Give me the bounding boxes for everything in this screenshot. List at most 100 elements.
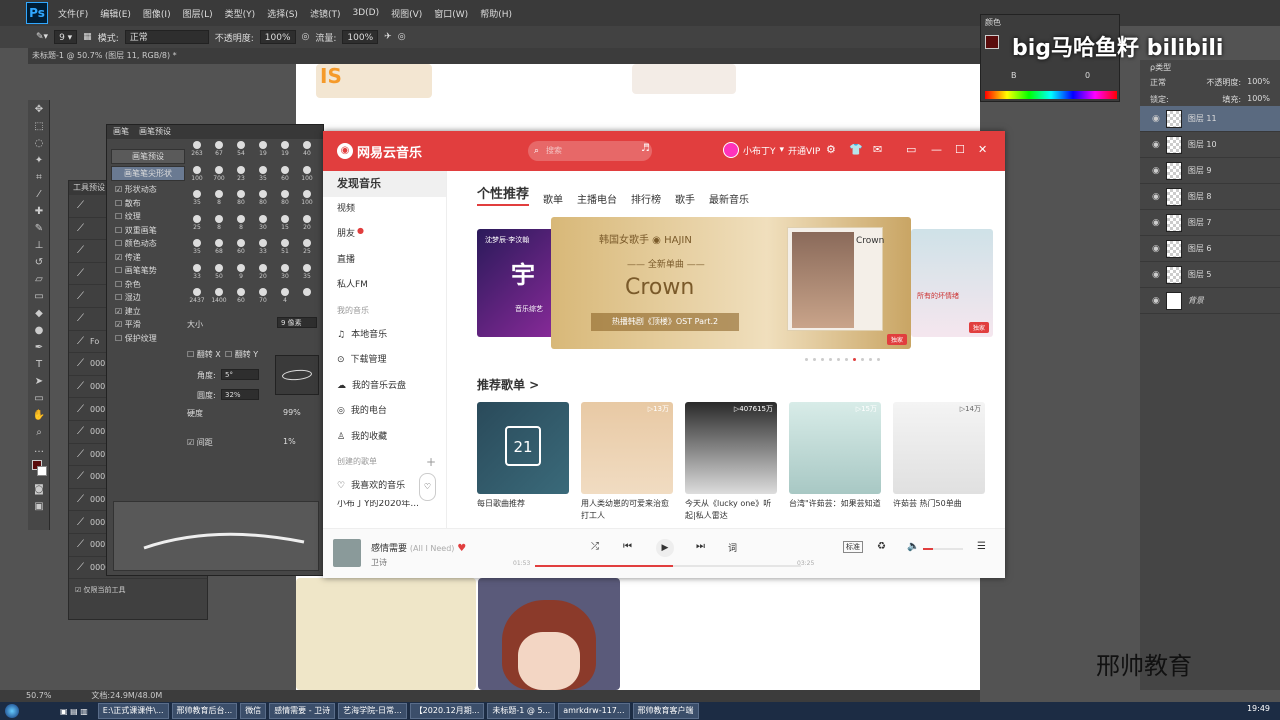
brush-tip[interactable]: 80 xyxy=(253,190,273,213)
brush-option[interactable]: ☐ 双重画笔 xyxy=(111,224,185,238)
brush-tip[interactable]: 4 xyxy=(275,288,295,311)
history-brush-icon[interactable]: ↺ xyxy=(32,256,46,270)
minimize-icon[interactable]: — xyxy=(931,143,942,156)
hand-tool-icon[interactable]: ✋ xyxy=(32,409,46,423)
brush-option[interactable]: ☐ 保护纹理 xyxy=(111,332,185,346)
banner-left[interactable]: 沈梦辰·李汶翰 宇 音乐综艺 xyxy=(477,229,559,337)
playlist-card[interactable]: 21 每日歌曲推荐 xyxy=(477,402,569,510)
tab-brush[interactable]: 画笔 xyxy=(113,125,129,139)
skin-icon[interactable]: 👕 xyxy=(849,143,863,156)
edit-toolbar-icon[interactable]: … xyxy=(32,443,46,457)
layer-row[interactable]: ◉ 图层 10 xyxy=(1140,132,1280,158)
dodge-tool-icon[interactable]: ● xyxy=(32,324,46,338)
menu-select[interactable]: 选择(S) xyxy=(261,7,304,20)
brush-tip[interactable]: 20 xyxy=(297,214,317,238)
taskbar-item[interactable]: E:\正式课课件\... xyxy=(97,703,169,719)
document-tab[interactable]: 未标题-1 @ 50.7% (图层 11, RGB/8) * xyxy=(28,48,980,64)
path-select-tool-icon[interactable]: ➤ xyxy=(32,375,46,389)
brush-tip[interactable]: 25 xyxy=(297,239,317,262)
brush-option[interactable]: ☑ 传递 xyxy=(111,251,185,265)
banner-right[interactable]: 所有的坏情绪 独家 xyxy=(911,229,993,337)
mail-icon[interactable]: ✉ xyxy=(873,143,882,156)
brush-option[interactable]: ☐ 散布 xyxy=(111,197,185,211)
brush-tip[interactable]: 35 xyxy=(253,165,273,189)
sound-effect-icon[interactable]: ♻ xyxy=(877,541,886,552)
crop-tool-icon[interactable]: ⌗ xyxy=(32,171,46,185)
zoom-tool-icon[interactable]: ⌕ xyxy=(32,426,46,440)
pressure-size-icon[interactable]: ◎ xyxy=(398,32,406,42)
volume-slider[interactable] xyxy=(923,548,963,550)
taskbar-item[interactable]: 感情需要 - 卫诗 xyxy=(269,703,336,719)
brush-tip[interactable]: 35 xyxy=(187,239,207,262)
now-playing-artist[interactable]: 卫诗 xyxy=(371,557,387,568)
mini-mode-icon[interactable]: ▭ xyxy=(906,143,916,156)
brush-tip[interactable]: 80 xyxy=(231,190,251,213)
pagination-dot[interactable] xyxy=(821,358,824,361)
fill-value[interactable]: 100% xyxy=(1247,94,1270,104)
eye-icon[interactable]: ◉ xyxy=(1152,270,1160,280)
next-icon[interactable]: ⏭ xyxy=(696,541,705,552)
system-clock[interactable]: 19:49 xyxy=(1247,704,1270,713)
brush-tip-shape-item[interactable]: 画笔笔尖形状 xyxy=(111,166,185,181)
brush-option[interactable]: ☐ 湿边 xyxy=(111,291,185,305)
mode-select[interactable]: 正常 xyxy=(124,30,209,44)
brush-tip[interactable]: 50 xyxy=(209,263,229,287)
layer-row[interactable]: ◉ 图层 5 xyxy=(1140,262,1280,288)
current-tool-only-checkbox[interactable]: ☑ 仅限当前工具 xyxy=(69,579,207,601)
heartbeat-mode-icon[interactable]: ♡ xyxy=(418,473,436,501)
recommended-playlists-title[interactable]: 推荐歌单 > xyxy=(477,376,539,393)
brush-tip[interactable]: 8 xyxy=(209,190,229,213)
type-tool-icon[interactable]: T xyxy=(32,358,46,372)
brush-option[interactable]: ☑ 建立 xyxy=(111,305,185,319)
flip-y-checkbox[interactable]: ☐ 翻转 Y xyxy=(225,349,258,360)
pagination-dot[interactable] xyxy=(869,358,872,361)
eye-icon[interactable]: ◉ xyxy=(1152,218,1160,228)
pagination-dot[interactable] xyxy=(813,358,816,361)
opacity-input[interactable]: 100% xyxy=(259,30,296,44)
brush-tip[interactable]: 2437 xyxy=(187,288,207,311)
brush-tip[interactable]: 67 xyxy=(209,141,229,164)
pagination-dot[interactable] xyxy=(829,358,832,361)
flip-x-checkbox[interactable]: ☐ 翻转 X xyxy=(187,349,221,360)
brush-presets-button[interactable]: 画笔预设 xyxy=(111,149,185,164)
blend-mode-select[interactable]: 正常 xyxy=(1150,77,1166,89)
voice-search-icon[interactable]: ♬ xyxy=(641,143,650,154)
playlist-card[interactable]: ▷14万 许茹芸 热门50单曲 xyxy=(893,402,985,510)
eye-icon[interactable]: ◉ xyxy=(1152,192,1160,202)
spacing-checkbox[interactable]: ☑ 间距 xyxy=(187,437,213,448)
add-playlist-icon[interactable]: + xyxy=(426,450,436,474)
main-banner[interactable]: 韩国女歌手 ◉ HAJIN —— 全新单曲 —— Crown 热播韩剧《顶楼》O… xyxy=(551,217,911,349)
sidebar-item-downloads[interactable]: ⊙ 下载管理 xyxy=(323,348,446,374)
brush-tip[interactable]: 19 xyxy=(275,141,295,164)
brush-tip[interactable]: 25 xyxy=(187,214,207,238)
layer-row[interactable]: ◉ 图层 8 xyxy=(1140,184,1280,210)
taskbar-item[interactable]: 【2020.12月期... xyxy=(409,703,485,719)
sidebar-item-fm[interactable]: 私人FM xyxy=(323,273,446,299)
brush-option[interactable]: ☑ 平滑 xyxy=(111,318,185,332)
pagination-dot[interactable] xyxy=(837,358,840,361)
brush-option[interactable]: ☐ 画笔笔势 xyxy=(111,264,185,278)
eye-icon[interactable]: ◉ xyxy=(1152,244,1160,254)
color-spectrum-bar[interactable] xyxy=(985,91,1117,99)
pagination-dot[interactable] xyxy=(877,358,880,361)
brush-tip[interactable]: 263 xyxy=(187,141,207,164)
menu-3d[interactable]: 3D(D) xyxy=(346,8,385,18)
brush-tip[interactable]: 40 xyxy=(297,141,317,164)
brush-tip[interactable]: 80 xyxy=(275,190,295,213)
pen-tool-icon[interactable]: ✒ xyxy=(32,341,46,355)
brush-tip[interactable]: 54 xyxy=(231,141,251,164)
brush-tip[interactable]: 8 xyxy=(209,214,229,238)
layer-row[interactable]: ◉ 图层 9 xyxy=(1140,158,1280,184)
pressure-opacity-icon[interactable]: ◎ xyxy=(302,32,310,42)
brush-tip[interactable]: 700 xyxy=(209,165,229,189)
menu-image[interactable]: 图像(I) xyxy=(137,7,177,20)
previous-icon[interactable]: ⏮ xyxy=(623,541,632,552)
brush-tool-icon[interactable]: ✎ xyxy=(32,222,46,236)
taskbar-item[interactable]: 邢帅教育客户端 xyxy=(632,703,699,719)
brush-tip[interactable]: 20 xyxy=(253,263,273,287)
tab-brush-presets[interactable]: 画笔预设 xyxy=(139,125,171,139)
menu-type[interactable]: 类型(Y) xyxy=(219,7,262,20)
start-button[interactable] xyxy=(0,702,24,720)
taskbar-item[interactable]: 邢帅教育后台... xyxy=(171,703,238,719)
blur-tool-icon[interactable]: ◆ xyxy=(32,307,46,321)
